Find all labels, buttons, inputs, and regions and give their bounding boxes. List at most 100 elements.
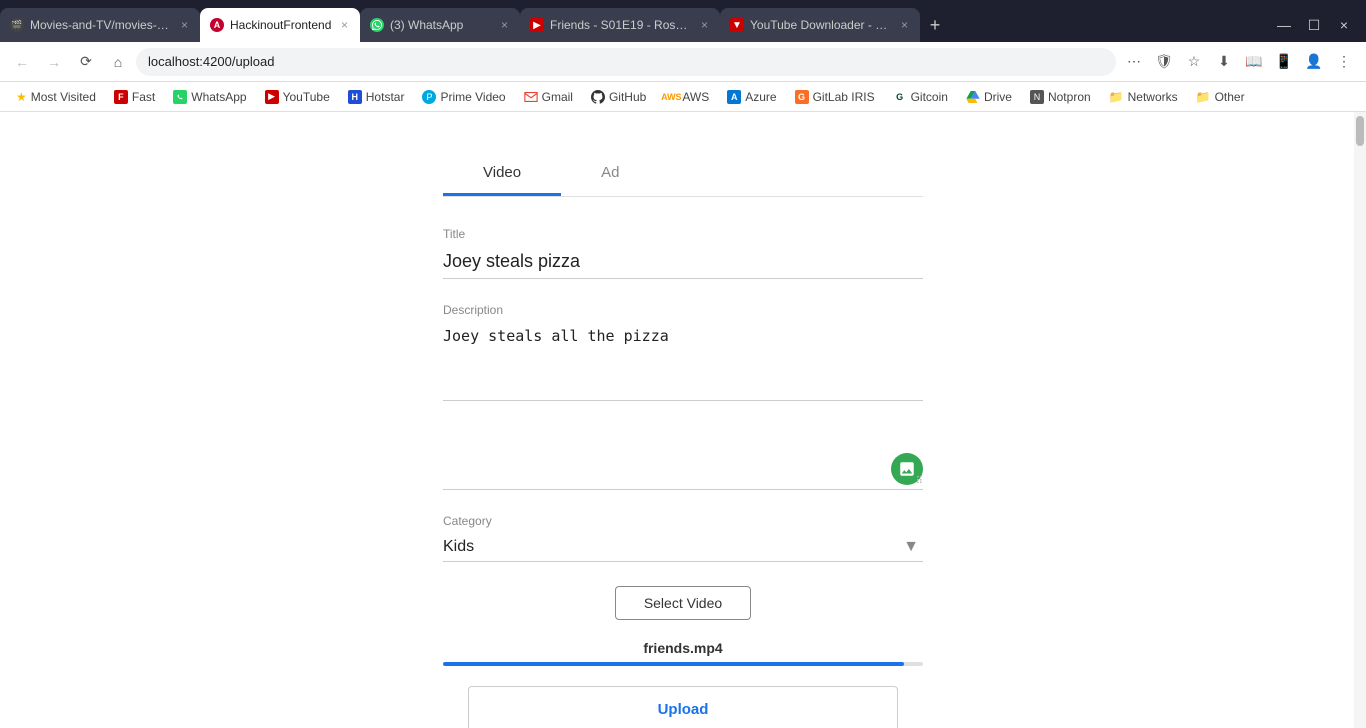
tab-favicon-whatsapp	[370, 18, 384, 32]
minimize-button[interactable]: —	[1270, 11, 1298, 39]
bookmark-other[interactable]: 📁 Other	[1188, 85, 1253, 109]
whatsapp-favicon	[173, 90, 187, 104]
tab-yt-downloader[interactable]: ▼ YouTube Downloader - Downl... ×	[720, 8, 920, 42]
title-label: Title	[443, 227, 923, 241]
bookmark-label-other: Other	[1215, 90, 1245, 104]
tab-favicon-angular: A	[210, 18, 224, 32]
upload-button[interactable]: Upload	[468, 686, 898, 728]
bookmark-fast[interactable]: F Fast	[106, 85, 163, 109]
bookmark-azure[interactable]: A Azure	[719, 85, 784, 109]
home-button[interactable]: ⌂	[104, 48, 132, 76]
tab-favicon-movies: 🎬	[10, 18, 24, 32]
tab-close-movies[interactable]: ×	[179, 16, 190, 34]
tab-hackinout[interactable]: A HackinoutFrontend ×	[200, 8, 360, 42]
prime-favicon: P	[422, 90, 436, 104]
azure-favicon: A	[727, 90, 741, 104]
tab-close-whatsapp[interactable]: ×	[499, 16, 510, 34]
page-wrapper: Video Ad Title Description ⠿	[0, 112, 1366, 728]
tab-ad[interactable]: Ad	[561, 152, 659, 196]
bookmark-icon[interactable]: ☆	[1180, 48, 1208, 76]
category-select-wrapper: Kids Entertainment Education News Sports…	[443, 532, 923, 562]
bookmark-github[interactable]: GitHub	[583, 85, 654, 109]
bookmark-label-azure: Azure	[745, 90, 776, 104]
tab-close-friends[interactable]: ×	[699, 16, 710, 34]
resize-handle: ⠿	[916, 476, 923, 487]
github-favicon	[591, 90, 605, 104]
tab-close-ytdl[interactable]: ×	[899, 16, 910, 34]
sync-icon[interactable]: 📱	[1270, 48, 1298, 76]
category-select[interactable]: Kids Entertainment Education News Sports…	[443, 532, 923, 562]
tab-whatsapp[interactable]: (3) WhatsApp ×	[360, 8, 520, 42]
bookmark-drive[interactable]: Drive	[958, 85, 1020, 109]
bookmark-label-drive: Drive	[984, 90, 1012, 104]
scrollbar-thumb[interactable]	[1356, 116, 1364, 146]
description-field-group: Description	[443, 303, 923, 406]
tab-video[interactable]: Video	[443, 152, 561, 196]
download-icon[interactable]: ⬇	[1210, 48, 1238, 76]
tab-label-ytdl: YouTube Downloader - Downl...	[750, 18, 893, 32]
category-label: Category	[443, 514, 923, 528]
gitcoin-favicon: G	[893, 90, 907, 104]
gmail-favicon	[524, 90, 538, 104]
other-folder-icon: 📁	[1196, 90, 1211, 104]
title-input[interactable]	[443, 245, 923, 279]
bookmark-most-visited[interactable]: ★ Most Visited	[8, 85, 104, 109]
bookmark-label-gitlab: GitLab IRIS	[813, 90, 875, 104]
forward-button[interactable]: →	[40, 48, 68, 76]
close-button[interactable]: ×	[1330, 11, 1358, 39]
gitlab-favicon: G	[795, 90, 809, 104]
bookmark-label-hotstar: Hotstar	[366, 90, 405, 104]
bookmark-label-fast: Fast	[132, 90, 155, 104]
address-input[interactable]	[136, 48, 1116, 76]
shield-icon[interactable]: 🛡	[1150, 48, 1178, 76]
bookmark-gmail[interactable]: Gmail	[516, 85, 581, 109]
bookmark-gitlab[interactable]: G GitLab IRIS	[787, 85, 883, 109]
fast-favicon: F	[114, 90, 128, 104]
bookmark-label-prime: Prime Video	[440, 90, 505, 104]
tab-friends[interactable]: ▶ Friends - S01E19 - Ross "woo"... ×	[520, 8, 720, 42]
description-input[interactable]	[443, 321, 923, 401]
window-controls: — ☐ ×	[1262, 8, 1366, 42]
bookmark-aws[interactable]: AWS AWS	[656, 85, 717, 109]
drive-favicon	[966, 90, 980, 104]
tab-label-movies: Movies-and-TV/movies-app-a...	[30, 18, 173, 32]
bookmark-label-gmail: Gmail	[542, 90, 573, 104]
menu-icon[interactable]: ⋮	[1330, 48, 1358, 76]
browser-chrome: 🎬 Movies-and-TV/movies-app-a... × A Hack…	[0, 0, 1366, 112]
tab-bar: 🎬 Movies-and-TV/movies-app-a... × A Hack…	[0, 0, 1366, 42]
bookmark-label-notpron: Notpron	[1048, 90, 1091, 104]
thumbnail-area[interactable]: ⠿	[443, 430, 923, 490]
bookmark-hotstar[interactable]: H Hotstar	[340, 85, 413, 109]
new-tab-button[interactable]: +	[920, 8, 950, 42]
maximize-button[interactable]: ☐	[1300, 11, 1328, 39]
profile-icon[interactable]: 👤	[1300, 48, 1328, 76]
back-button[interactable]: ←	[8, 48, 36, 76]
bookmarks-bar: ★ Most Visited F Fast WhatsApp ▶ YouTube…	[0, 82, 1366, 112]
title-field-group: Title	[443, 227, 923, 279]
scrollbar-track[interactable]	[1354, 112, 1366, 728]
bookmark-prime[interactable]: P Prime Video	[414, 85, 513, 109]
reload-button[interactable]: ⟳	[72, 48, 100, 76]
bookmark-gitcoin[interactable]: G Gitcoin	[885, 85, 956, 109]
page-content: Video Ad Title Description ⠿	[0, 112, 1366, 728]
bookmark-whatsapp[interactable]: WhatsApp	[165, 85, 254, 109]
extensions-icon[interactable]: ⋯	[1120, 48, 1148, 76]
bookmark-networks[interactable]: 📁 Networks	[1101, 85, 1186, 109]
notpron-favicon: N	[1030, 90, 1044, 104]
bookmark-notpron[interactable]: N Notpron	[1022, 85, 1099, 109]
tab-favicon-ytdl: ▼	[730, 18, 744, 32]
bookmark-label-networks: Networks	[1128, 90, 1178, 104]
tab-close-hackinout[interactable]: ×	[339, 16, 350, 34]
tab-favicon-friends: ▶	[530, 18, 544, 32]
hotstar-favicon: H	[348, 90, 362, 104]
aws-favicon: AWS	[664, 90, 678, 104]
tab-movies[interactable]: 🎬 Movies-and-TV/movies-app-a... ×	[0, 8, 200, 42]
select-video-button[interactable]: Select Video	[615, 586, 751, 620]
tab-label-hackinout: HackinoutFrontend	[230, 18, 333, 32]
bookmark-youtube[interactable]: ▶ YouTube	[257, 85, 338, 109]
bookmark-label-github: GitHub	[609, 90, 646, 104]
reading-list-icon[interactable]: 📖	[1240, 48, 1268, 76]
file-name: friends.mp4	[443, 640, 923, 656]
address-bar-row: ← → ⟳ ⌂ ⋯ 🛡 ☆ ⬇ 📖 📱 👤 ⋮	[0, 42, 1366, 82]
bookmark-label: Most Visited	[31, 90, 96, 104]
